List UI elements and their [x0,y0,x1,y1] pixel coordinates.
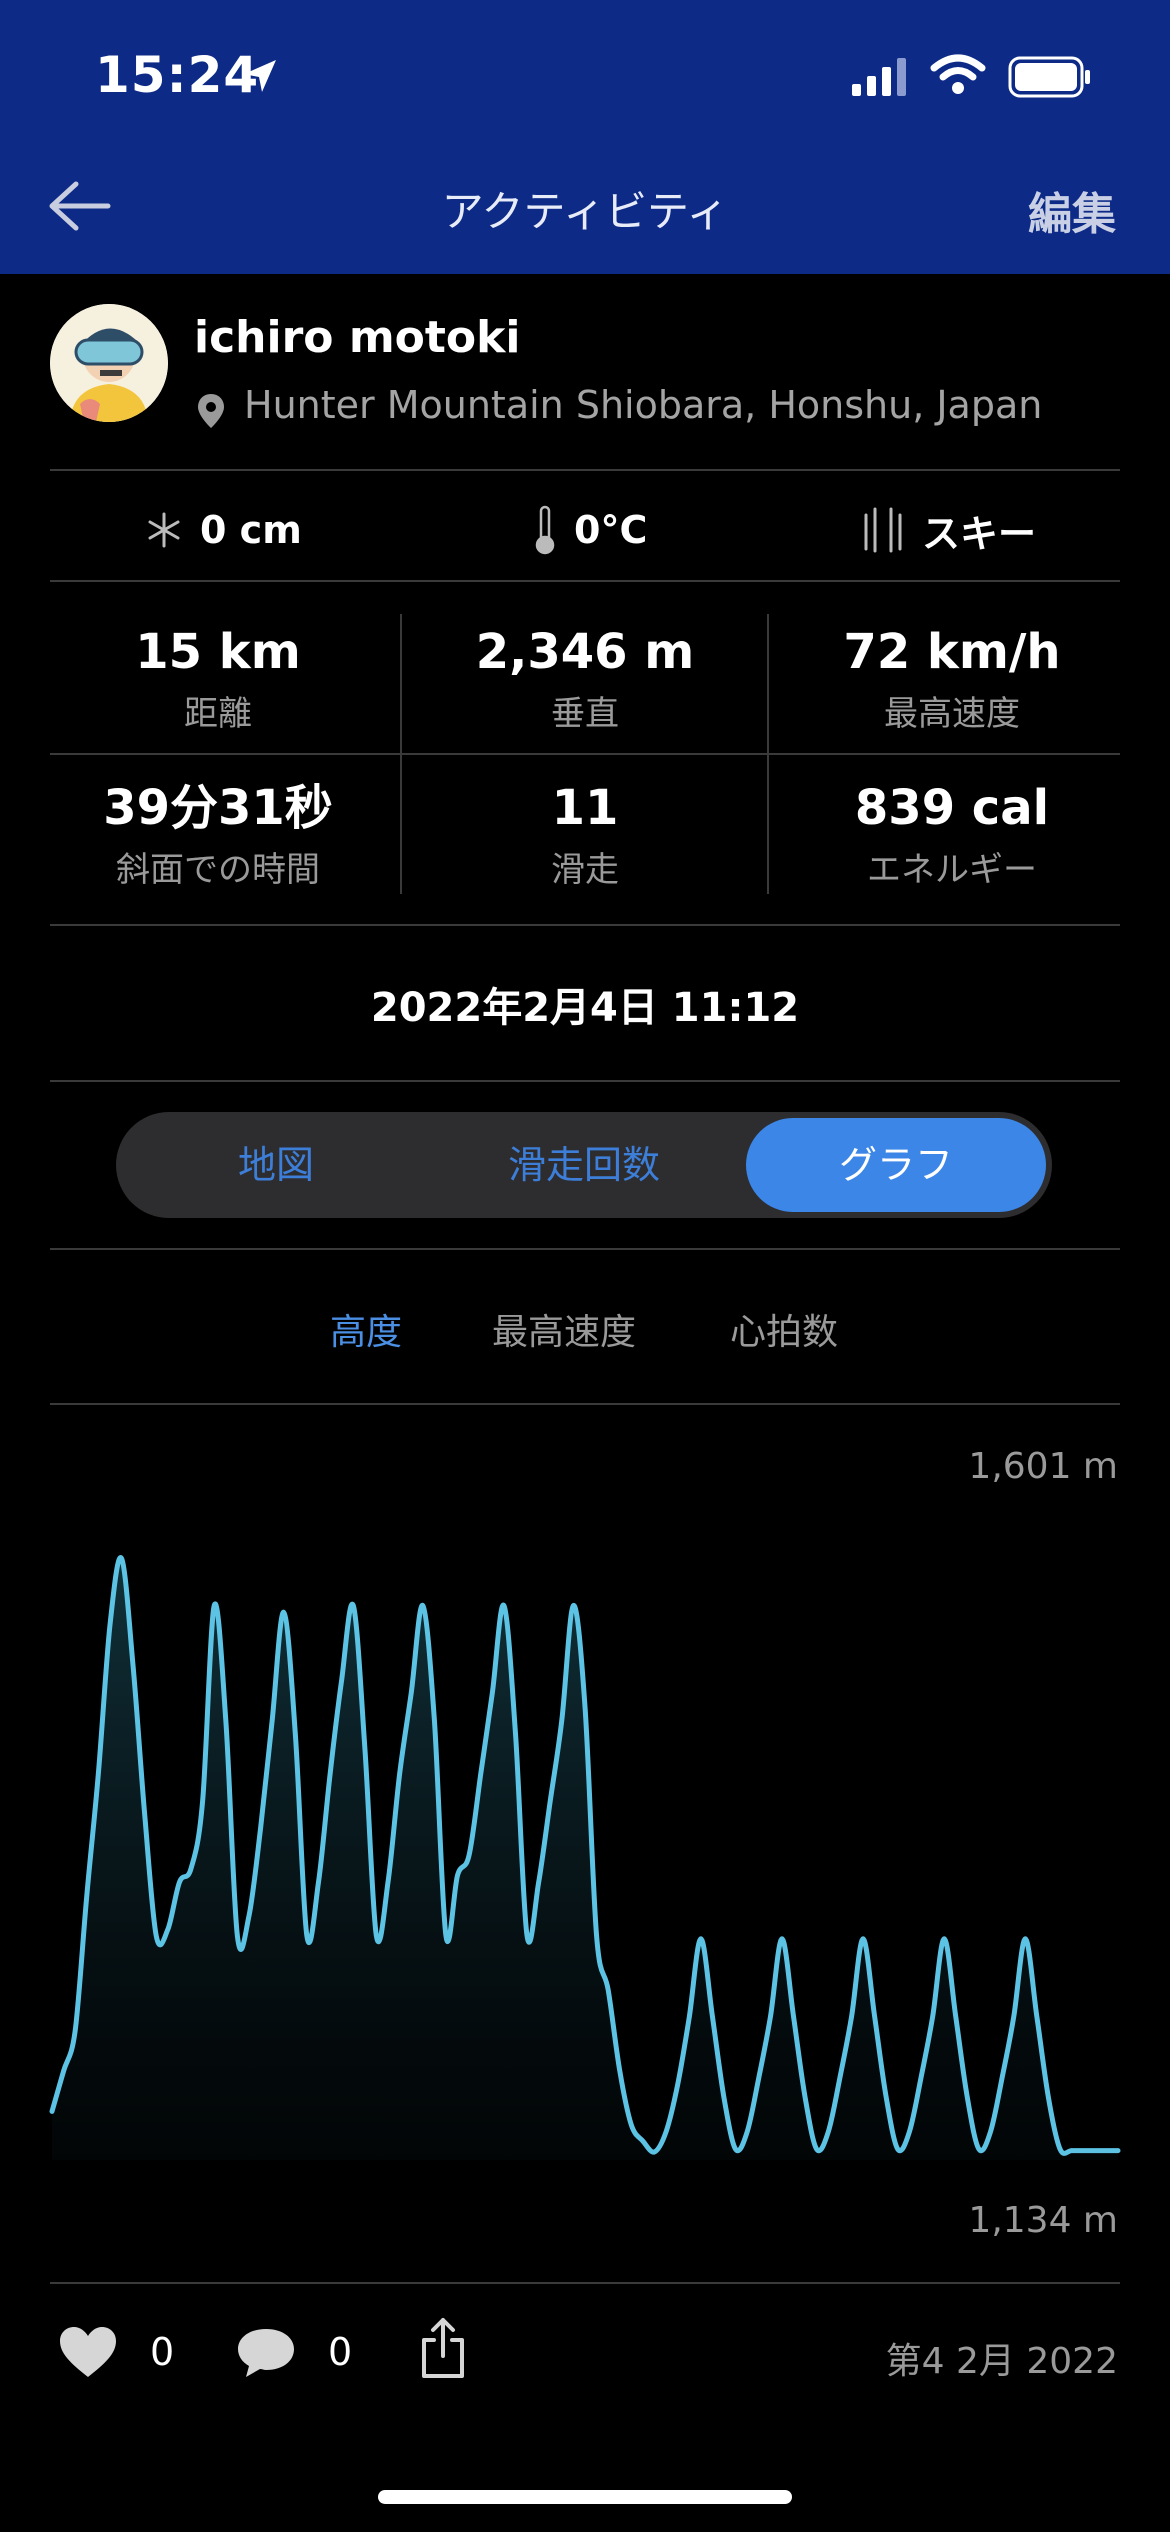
chart-tab-max-speed[interactable]: 最高速度 [492,1303,636,1355]
temperature: 0°C [534,500,647,560]
stat-label: 最高速度 [884,694,1020,734]
signal-icon [852,58,910,100]
stat-label: 垂直 [551,694,619,734]
location-arrow-icon [240,56,280,100]
stat-value: 39分31秒 [103,780,333,836]
home-indicator [378,2490,792,2504]
stat-vertical: 2,346 m 垂直 [405,624,765,735]
stat-value: 839 cal [854,780,1050,836]
snowflake-icon [146,512,182,548]
stat-runs: 11 滑走 [405,780,765,891]
comment-count: 0 [328,2330,353,2374]
y-axis-min-label: 1,134 m [968,2200,1118,2241]
stat-value: 72 km/h [843,624,1061,680]
altitude-chart [49,1555,1121,2160]
divider [50,753,1120,755]
avatar[interactable] [50,304,168,422]
stat-label: 距離 [184,694,252,734]
stat-value: 2,346 m [475,624,695,680]
share-button[interactable] [418,2316,468,2384]
share-icon [422,2318,464,2378]
temperature-value: 0°C [574,508,648,552]
segment-map[interactable]: 地図 [126,1118,426,1212]
divider [400,614,402,894]
stat-energy: 839 cal エネルギー [772,780,1132,891]
divider [50,924,1120,926]
segment-graph[interactable]: グラフ [746,1118,1046,1212]
location-text: Hunter Mountain Shiobara, Honshu, Japan [244,383,1043,427]
heart-icon [60,2327,116,2377]
sport-type-value: スキー [922,511,1037,556]
view-segmented-control: 地図 滑走回数 グラフ [116,1112,1052,1218]
page-title: アクティビティ [441,187,729,236]
stat-label: エネルギー [867,850,1037,890]
divider [50,580,1120,582]
status-time: 15:24 [95,46,260,104]
stat-max-speed: 72 km/h 最高速度 [772,624,1132,735]
chart-tab-altitude[interactable]: 高度 [330,1303,402,1355]
sport-type: スキー [862,500,1036,560]
wifi-icon [930,54,986,100]
footer-date: 第4 2月 2022 [885,2341,1118,2382]
ski-icon [862,507,904,553]
comment-button[interactable] [234,2325,298,2385]
stat-slope-time: 39分31秒 斜面での時間 [38,780,398,891]
user-name[interactable]: ichiro motoki [194,312,521,363]
app-header: 15:24 アクティビティ 編集 [0,0,1170,274]
battery-icon [1008,56,1092,102]
divider [50,1403,1120,1405]
comment-icon [238,2329,294,2377]
like-button[interactable] [58,2325,118,2383]
stat-value: 15 km [135,624,301,680]
divider [50,1080,1120,1082]
divider [767,614,769,894]
stat-value: 11 [551,780,619,836]
chart-tab-heart-rate[interactable]: 心拍数 [730,1303,838,1355]
stat-distance: 15 km 距離 [38,624,398,735]
activity-datetime: 2022年2月4日 11:12 [370,985,800,1031]
thermometer-icon [534,505,556,555]
divider [50,2282,1120,2284]
snow-depth-value: 0 cm [200,508,302,552]
edit-button[interactable]: 編集 [1028,178,1116,242]
snow-depth: 0 cm [146,500,302,560]
stat-label: 滑走 [551,850,619,890]
y-axis-max-label: 1,601 m [968,1446,1118,1487]
divider [50,469,1120,471]
stat-label: 斜面での時間 [116,850,320,890]
like-count: 0 [150,2330,175,2374]
segment-runs[interactable]: 滑走回数 [434,1118,734,1212]
divider [50,1248,1120,1250]
location-pin-icon [196,392,226,434]
